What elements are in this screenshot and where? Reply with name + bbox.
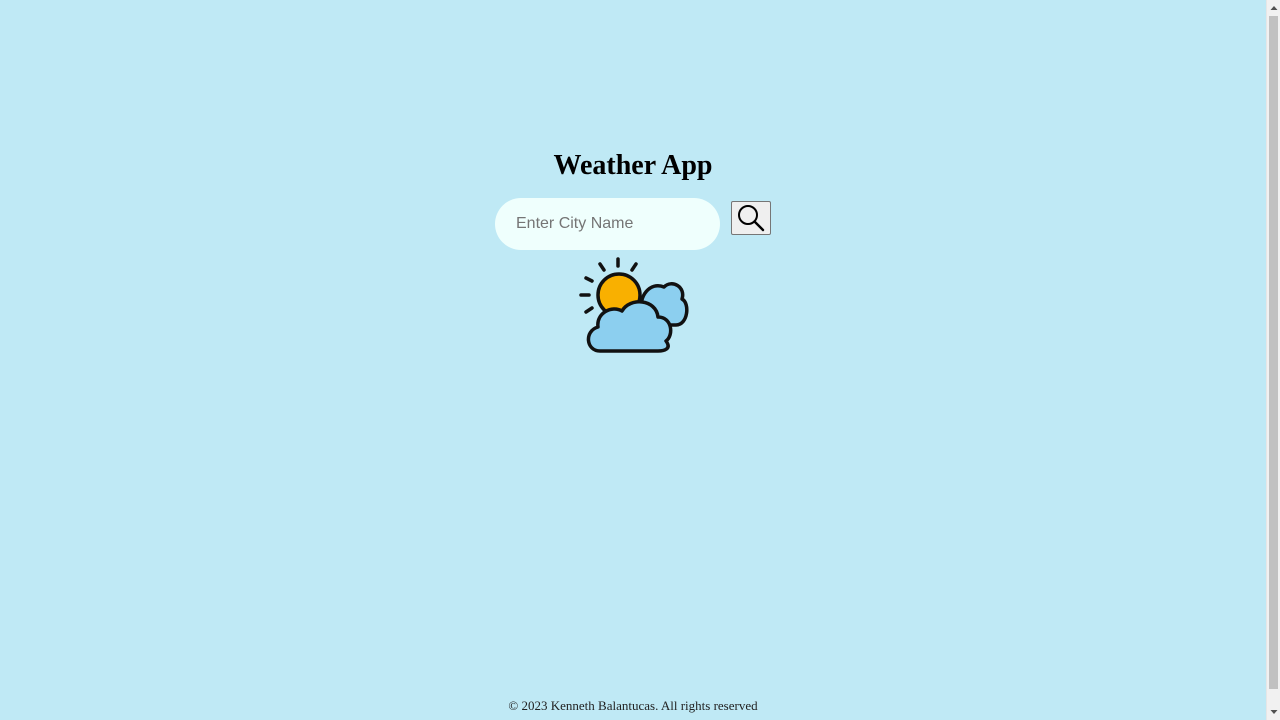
search-button[interactable] xyxy=(731,201,771,235)
city-search-input[interactable] xyxy=(495,198,720,250)
partly-cloudy-icon xyxy=(579,257,689,353)
app-container: Weather App Enter City Name © 2023 Kenne… xyxy=(0,0,1266,720)
scroll-down-arrow-icon[interactable] xyxy=(1267,705,1280,719)
search-bar xyxy=(495,198,785,252)
scrollbar-thumb[interactable] xyxy=(1269,16,1278,689)
scroll-up-arrow-icon[interactable] xyxy=(1267,1,1280,15)
search-icon xyxy=(738,205,765,232)
footer-copyright: © 2023 Kenneth Balantucas. All rights re… xyxy=(508,698,758,713)
vertical-scrollbar[interactable] xyxy=(1266,0,1280,720)
page-title: Weather App xyxy=(553,150,713,181)
page: Weather App Enter City Name © 2023 Kenne… xyxy=(0,0,1280,720)
